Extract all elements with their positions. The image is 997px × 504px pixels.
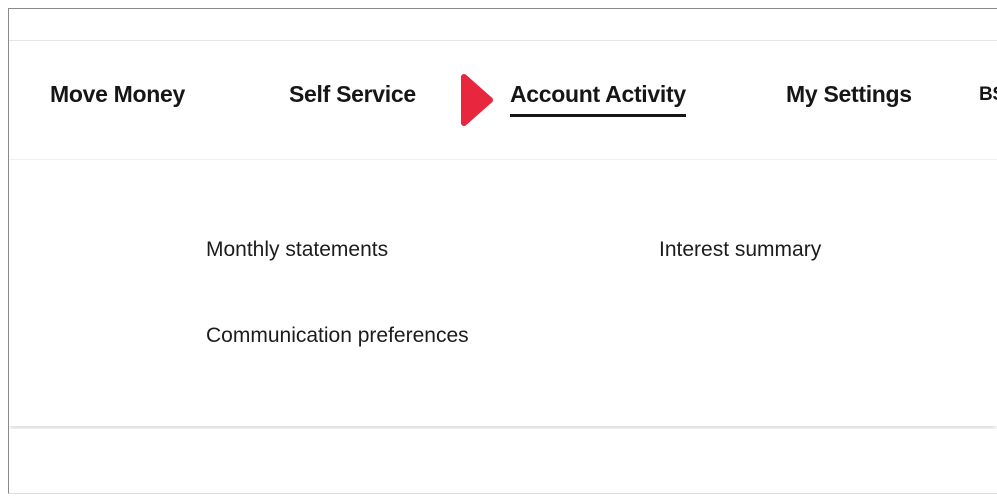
page-content-area [9,429,997,493]
nav-item-move-money[interactable]: Move Money [50,81,185,108]
main-navigation: Move Money Self Service Account Activity… [9,41,997,160]
submenu-link-interest-summary[interactable]: Interest summary [659,238,821,262]
app-window: Move Money Self Service Account Activity… [8,8,997,494]
submenu-link-monthly-statements[interactable]: Monthly statements [206,238,388,262]
nav-item-self-service[interactable]: Self Service [289,81,416,108]
account-activity-submenu: Monthly statements Interest summary Comm… [9,160,997,426]
nav-item-my-settings[interactable]: My Settings [786,81,912,108]
play-triangle-icon [461,74,493,126]
nav-item-truncated[interactable]: BS [979,84,997,106]
submenu-link-communication-preferences[interactable]: Communication preferences [206,324,469,348]
nav-item-account-activity[interactable]: Account Activity [510,81,686,117]
top-strip [9,9,997,41]
